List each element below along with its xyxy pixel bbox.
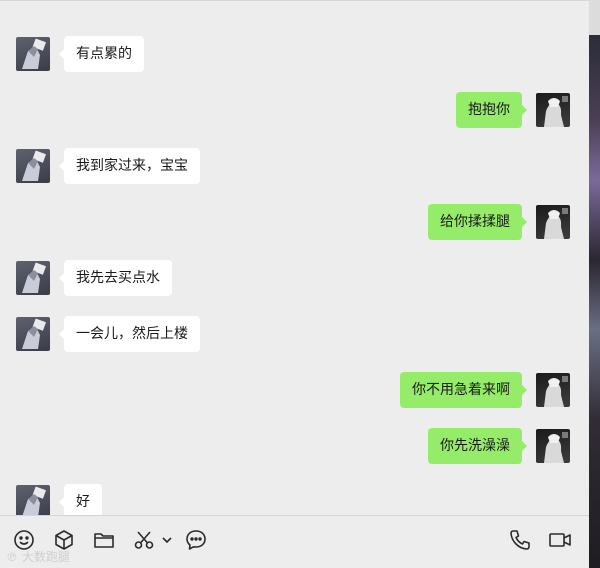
chevron-down-icon[interactable] [160,528,174,552]
message-row: 我先去买点水 [16,260,236,296]
background-window-edge [589,0,600,568]
scissors-icon[interactable] [132,528,156,552]
message-bubble[interactable]: 抱抱你 [456,92,527,128]
chat-message-area[interactable]: 有点累的 抱抱你 我到家过来，宝宝 给你揉揉腿 我先去买点水 一会儿，然后上楼 … [0,0,589,520]
contact-avatar[interactable] [16,37,50,71]
message-bubble[interactable]: 给你揉揉腿 [428,204,527,240]
message-row: 抱抱你 [300,92,570,128]
phone-icon[interactable] [508,528,532,552]
contact-avatar[interactable] [16,485,50,519]
my-avatar-image [544,432,568,463]
chat-bubble-icon[interactable] [184,528,208,552]
my-avatar[interactable] [536,205,570,239]
message-row: 给你揉揉腿 [300,204,570,240]
my-avatar-image [544,376,568,407]
contact-avatar-image [22,38,47,69]
my-avatar[interactable] [536,429,570,463]
my-avatar-image [544,208,568,239]
my-avatar-image [544,96,568,127]
message-row: 你先洗澡澡 [300,428,570,464]
contact-avatar-image [22,486,47,517]
my-avatar[interactable] [536,93,570,127]
message-bubble[interactable]: 一会儿，然后上楼 [59,316,200,352]
message-row: 你不用急着来啊 [300,372,570,408]
contact-avatar[interactable] [16,261,50,295]
watermark-logo-icon: ℗ [6,550,22,564]
contact-avatar[interactable] [16,149,50,183]
contact-avatar[interactable] [16,317,50,351]
watermark: ℗ 大数跑腿 [6,548,70,565]
video-icon[interactable] [548,528,572,552]
input-toolbar: ℗ 大数跑腿 [0,515,589,568]
message-bubble[interactable]: 我先去买点水 [59,260,172,296]
message-row: 我到家过来，宝宝 [16,148,236,184]
message-bubble[interactable]: 有点累的 [59,36,144,72]
message-bubble[interactable]: 我到家过来，宝宝 [59,148,200,184]
folder-icon[interactable] [92,528,116,552]
message-bubble[interactable]: 你不用急着来啊 [400,372,527,408]
message-row: 有点累的 [16,36,216,72]
watermark-text: 大数跑腿 [21,550,70,564]
contact-avatar-image [22,262,47,293]
message-bubble[interactable]: 你先洗澡澡 [428,428,527,464]
my-avatar[interactable] [536,373,570,407]
message-row: 一会儿，然后上楼 [16,316,236,352]
contact-avatar-image [22,150,47,181]
contact-avatar-image [22,318,47,349]
